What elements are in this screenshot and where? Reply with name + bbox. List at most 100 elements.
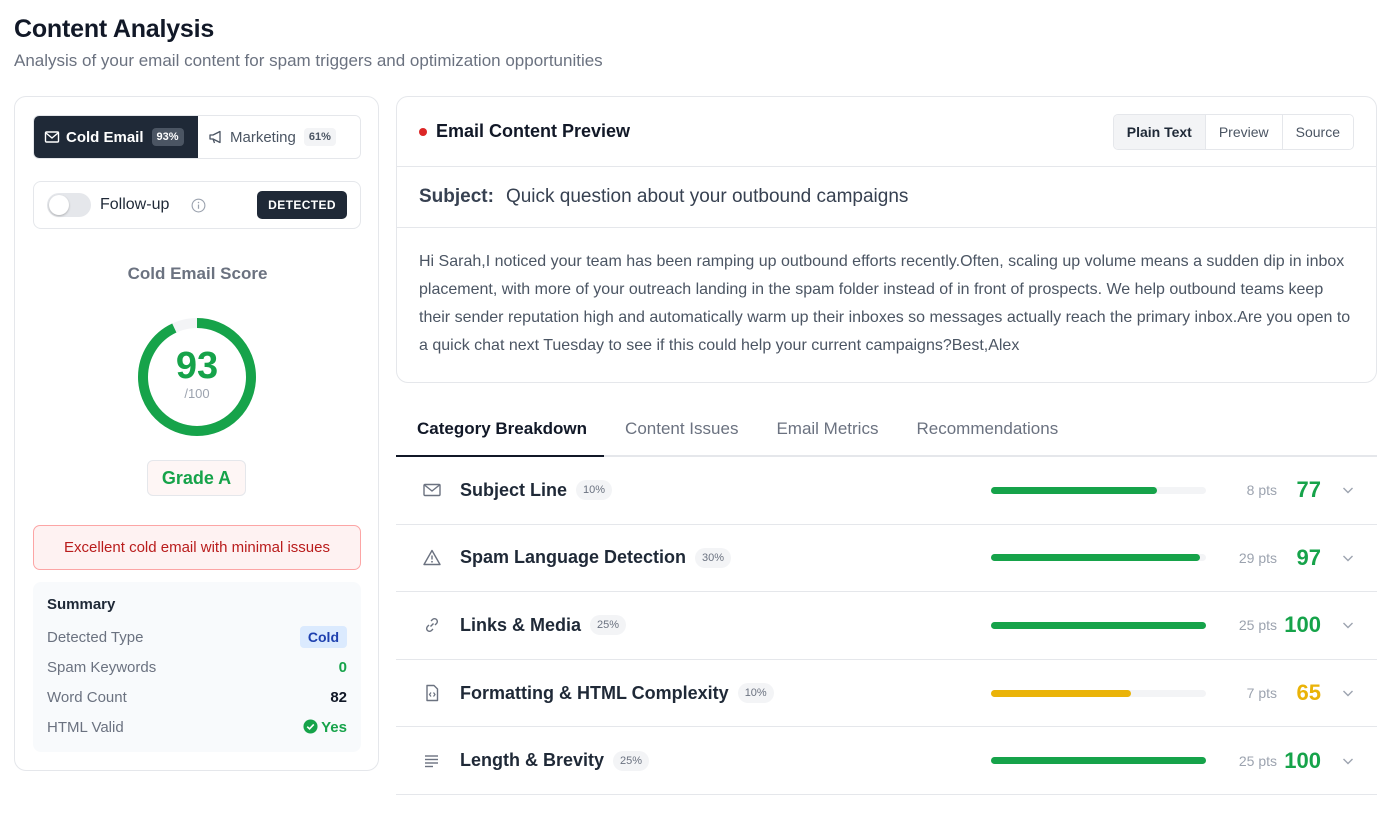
tab-email-metrics[interactable]: Email Metrics	[755, 410, 895, 457]
check-circle-icon	[303, 718, 318, 734]
page-subtitle: Analysis of your email content for spam …	[14, 51, 603, 70]
envelope-icon	[422, 480, 442, 500]
category-pts: 8 pts	[1246, 482, 1277, 499]
score-alert: Excellent cold email with minimal issues	[33, 525, 361, 570]
category-row-subject-line[interactable]: Subject Line 10% 8 pts 77	[396, 457, 1377, 525]
warning-icon	[422, 548, 442, 568]
summary-title: Summary	[47, 596, 116, 613]
category-weight: 25%	[590, 615, 627, 636]
category-pts: 7 pts	[1246, 685, 1277, 702]
category-name: Spam Language Detection	[460, 547, 687, 568]
subject-text: Quick question about your outbound campa…	[505, 186, 909, 207]
grade-badge: Grade A	[147, 460, 246, 496]
category-weight: 10%	[576, 480, 613, 501]
chevron-down-icon[interactable]	[1341, 686, 1355, 700]
category-pts: 25 pts	[1238, 617, 1277, 634]
category-list: Subject Line 10% 8 pts 77 Spam Language D…	[396, 457, 1377, 795]
marketing-button[interactable]: Marketing 61%	[198, 116, 360, 158]
summary-label: HTML Valid	[47, 718, 124, 736]
category-bar-fill	[991, 621, 1206, 629]
info-icon[interactable]	[191, 198, 206, 213]
email-body: Hi Sarah,I noticed your team has been ra…	[419, 253, 1351, 354]
category-name: Formatting & HTML Complexity	[460, 682, 729, 703]
summary-label: Detected Type	[47, 628, 144, 646]
category-row-links-media[interactable]: Links & Media 25% 25 pts 100	[396, 592, 1377, 660]
summary-row-html-valid: HTML Valid Yes	[47, 712, 347, 742]
tab-content-issues[interactable]: Content Issues	[604, 410, 755, 457]
category-name: Length & Brevity	[460, 750, 605, 771]
chevron-down-icon[interactable]	[1341, 483, 1355, 497]
email-preview-card: Email Content Preview Plain Text Preview…	[396, 96, 1377, 383]
category-bar	[991, 757, 1206, 765]
summary-row-word-count: Word Count 82	[47, 682, 347, 712]
detected-badge: DETECTED	[257, 191, 347, 219]
cold-email-label: Cold Email	[66, 128, 144, 146]
category-name: Subject Line	[460, 479, 568, 500]
category-score: 65	[1296, 680, 1321, 706]
category-bar-fill	[991, 689, 1131, 697]
category-bar-fill	[991, 486, 1157, 494]
status-dot	[419, 127, 427, 136]
summary-label: Word Count	[47, 688, 127, 706]
category-pts: 25 pts	[1238, 752, 1277, 769]
summary-row-spam-keywords: Spam Keywords 0	[47, 652, 347, 682]
score-value: 93	[175, 345, 219, 387]
category-pts: 29 pts	[1238, 549, 1277, 566]
chevron-down-icon[interactable]	[1341, 754, 1355, 768]
email-type-toggle: Cold Email 93% Marketing 61%	[33, 115, 361, 159]
tab-recommendations[interactable]: Recommendations	[895, 410, 1075, 457]
followup-label: Follow-up	[100, 196, 170, 213]
category-row-spam-language[interactable]: Spam Language Detection 30% 29 pts 97	[396, 525, 1377, 593]
category-row-formatting-html[interactable]: Formatting & HTML Complexity 10% 7 pts 65	[396, 660, 1377, 728]
subject-label: Subject:	[419, 186, 494, 207]
category-score: 77	[1296, 477, 1321, 503]
cold-email-button[interactable]: Cold Email 93%	[34, 116, 198, 158]
category-bar	[991, 621, 1206, 629]
analysis-tabs: Category Breakdown Content Issues Email …	[396, 410, 1377, 457]
category-weight: 25%	[613, 750, 650, 771]
summary-panel: Summary Detected Type Cold Spam Keywords…	[33, 582, 361, 752]
marketing-label: Marketing	[230, 128, 296, 146]
chevron-down-icon[interactable]	[1341, 618, 1355, 632]
tab-category-breakdown[interactable]: Category Breakdown	[396, 410, 605, 457]
source-button[interactable]: Source	[1282, 114, 1353, 149]
marketing-pct: 61%	[303, 128, 336, 146]
preview-header: Email Content Preview Plain Text Preview…	[397, 97, 1376, 167]
summary-row-detected-type: Detected Type Cold	[47, 622, 347, 652]
plain-text-button[interactable]: Plain Text	[1113, 114, 1206, 149]
text-lines-icon	[422, 751, 442, 771]
category-row-length-brevity[interactable]: Length & Brevity 25% 25 pts 100	[396, 727, 1377, 795]
category-bar	[991, 689, 1206, 697]
html-valid-value: Yes	[303, 719, 347, 736]
word-count-value: 82	[330, 688, 347, 706]
category-weight: 10%	[737, 683, 774, 704]
page-title: Content Analysis	[14, 15, 215, 43]
followup-toggle[interactable]	[47, 193, 91, 217]
category-score: 100	[1284, 612, 1321, 638]
envelope-icon	[44, 129, 60, 145]
detected-type-badge: Cold	[299, 626, 347, 648]
preview-title: Email Content Preview	[436, 121, 631, 141]
preview-button[interactable]: Preview	[1205, 114, 1283, 149]
html-valid-text: Yes	[321, 718, 347, 736]
view-mode-toggle: Plain Text Preview Source	[1112, 113, 1354, 150]
category-score: 100	[1284, 747, 1321, 773]
category-bar	[991, 554, 1206, 562]
summary-label: Spam Keywords	[47, 658, 157, 676]
category-bar	[991, 486, 1206, 494]
subject-row: Subject: Quick question about your outbo…	[397, 167, 1376, 228]
code-file-icon	[422, 683, 442, 703]
score-card: Cold Email 93% Marketing 61% Follow-up D…	[14, 96, 379, 771]
category-weight: 30%	[695, 547, 732, 568]
category-score: 97	[1296, 544, 1321, 570]
spam-keywords-value: 0	[338, 658, 347, 676]
category-name: Links & Media	[460, 614, 582, 635]
chevron-down-icon[interactable]	[1341, 551, 1355, 565]
score-title: Cold Email Score	[127, 264, 268, 283]
megaphone-icon	[208, 129, 224, 145]
score-max: /100	[184, 386, 210, 401]
followup-row: Follow-up DETECTED	[33, 181, 361, 229]
cold-email-pct: 93%	[151, 128, 184, 146]
category-bar-fill	[991, 554, 1200, 562]
link-icon	[422, 615, 442, 635]
